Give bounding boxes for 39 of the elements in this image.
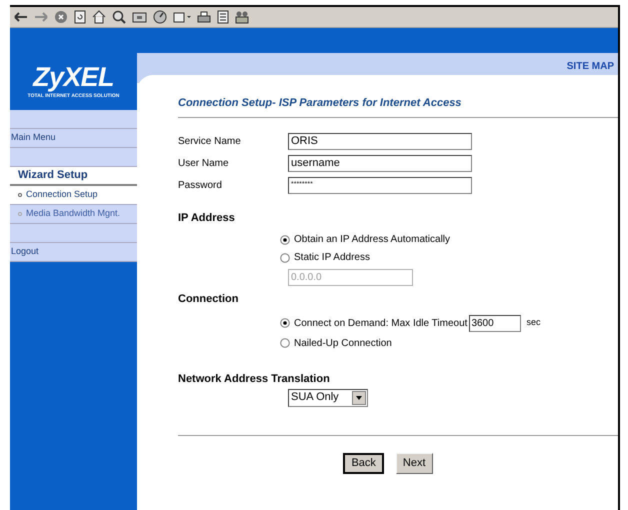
form-button[interactable]: Next [396, 452, 433, 474]
sidebar-link[interactable]: Connection Setup [10, 186, 137, 205]
document-icon[interactable] [217, 10, 229, 24]
people-icon[interactable] [235, 10, 249, 24]
radio-button[interactable] [280, 252, 290, 262]
sidebar-link[interactable]: Media Bandwidth Mgnt. [10, 205, 137, 224]
back-arrow-icon[interactable] [14, 11, 28, 23]
field-label: User Name [178, 156, 230, 170]
section-title: IP Address [178, 211, 236, 226]
field-label: Service Name [178, 134, 242, 148]
field-label: Password [178, 178, 223, 192]
option-label: Connect on Demand: Max Idle Timeout [294, 316, 468, 330]
refresh-icon[interactable] [74, 10, 86, 24]
section-title: Connection [178, 292, 240, 306]
sidebar-link[interactable]: Main Menu [10, 129, 137, 148]
sidebar-section-title: Wizard Setup [10, 167, 137, 186]
home-icon[interactable] [92, 10, 106, 24]
stop-icon[interactable] [54, 10, 68, 24]
radio-button[interactable] [280, 234, 290, 244]
logo-text: ZyXEL [33, 64, 114, 91]
clock-icon[interactable] [153, 10, 167, 24]
folder-icon[interactable] [132, 11, 147, 23]
form-button[interactable]: Back [343, 452, 384, 474]
option-label: Nailed-Up Connection [294, 336, 392, 350]
input-field[interactable]: username [288, 154, 472, 172]
radio-button[interactable] [280, 318, 290, 328]
section-title: Network Address Translation [178, 372, 331, 387]
input-field[interactable]: ORIS [288, 132, 472, 150]
dropdown[interactable]: SUA Only [288, 388, 368, 406]
input-field[interactable]: 3600 [469, 314, 522, 332]
printer-icon[interactable] [197, 10, 211, 24]
unit-label: sec [526, 316, 540, 330]
option-label: Static IP Address [294, 251, 370, 265]
site-map-link[interactable]: SITE MAP [566, 59, 614, 74]
sidebar-link[interactable]: Logout [10, 243, 137, 262]
option-label: Obtain an IP Address Automatically [294, 233, 450, 247]
page-title: Connection Setup- ISP Parameters for Internet Access [178, 96, 462, 111]
search-icon[interactable] [112, 10, 126, 24]
radio-button[interactable] [280, 338, 290, 348]
